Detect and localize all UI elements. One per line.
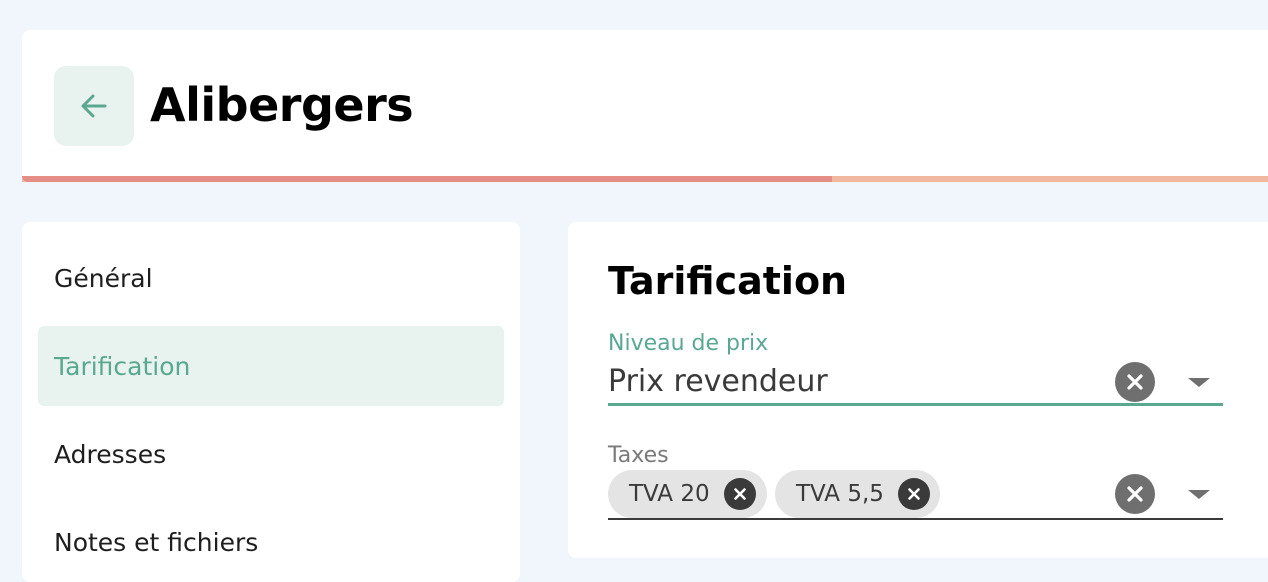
sidebar-item-notes-et-fichiers[interactable]: Notes et fichiers <box>38 502 504 582</box>
close-circle-icon[interactable] <box>1115 474 1155 514</box>
arrow-left-icon <box>81 94 107 118</box>
taxes-label: Taxes <box>608 443 669 468</box>
price-level-value: Prix revendeur <box>608 364 828 399</box>
tax-chip-label: TVA 20 <box>629 481 710 507</box>
price-level-underline <box>608 403 1223 406</box>
header-card: Alibergers <box>22 30 1268 182</box>
close-circle-icon[interactable] <box>1115 362 1155 402</box>
price-level-label: Niveau de prix <box>608 331 769 356</box>
sidebar-item-tarification[interactable]: Tarification <box>38 326 504 406</box>
sidebar: Général Tarification Adresses Notes et f… <box>22 222 520 582</box>
tarification-panel: Tarification Niveau de prix Prix revende… <box>568 222 1268 558</box>
tax-chip: TVA 5,5 <box>775 470 940 518</box>
price-level-select[interactable]: Prix revendeur <box>608 362 1223 406</box>
progress-bar <box>22 176 1268 182</box>
sidebar-item-adresses[interactable]: Adresses <box>38 414 504 494</box>
chip-delete-icon[interactable] <box>897 478 930 510</box>
sidebar-item-general[interactable]: Général <box>38 238 504 318</box>
tax-chip-label: TVA 5,5 <box>796 481 884 507</box>
section-title: Tarification <box>608 259 848 303</box>
taxes-underline <box>608 518 1223 520</box>
tax-chip: TVA 20 <box>608 470 767 518</box>
sidebar-item-label: Adresses <box>54 439 167 469</box>
taxes-select[interactable]: TVA 20 TVA 5,5 <box>608 470 1223 520</box>
sidebar-item-label: Général <box>54 263 153 293</box>
sidebar-item-label: Notes et fichiers <box>54 527 259 557</box>
caret-down-icon[interactable] <box>1188 490 1210 499</box>
caret-down-icon[interactable] <box>1188 378 1210 387</box>
sidebar-item-label: Tarification <box>54 351 191 381</box>
chip-delete-icon[interactable] <box>723 478 756 510</box>
progress-bar-fill <box>22 176 832 182</box>
back-button[interactable] <box>54 66 134 146</box>
page-title: Alibergers <box>150 78 414 132</box>
